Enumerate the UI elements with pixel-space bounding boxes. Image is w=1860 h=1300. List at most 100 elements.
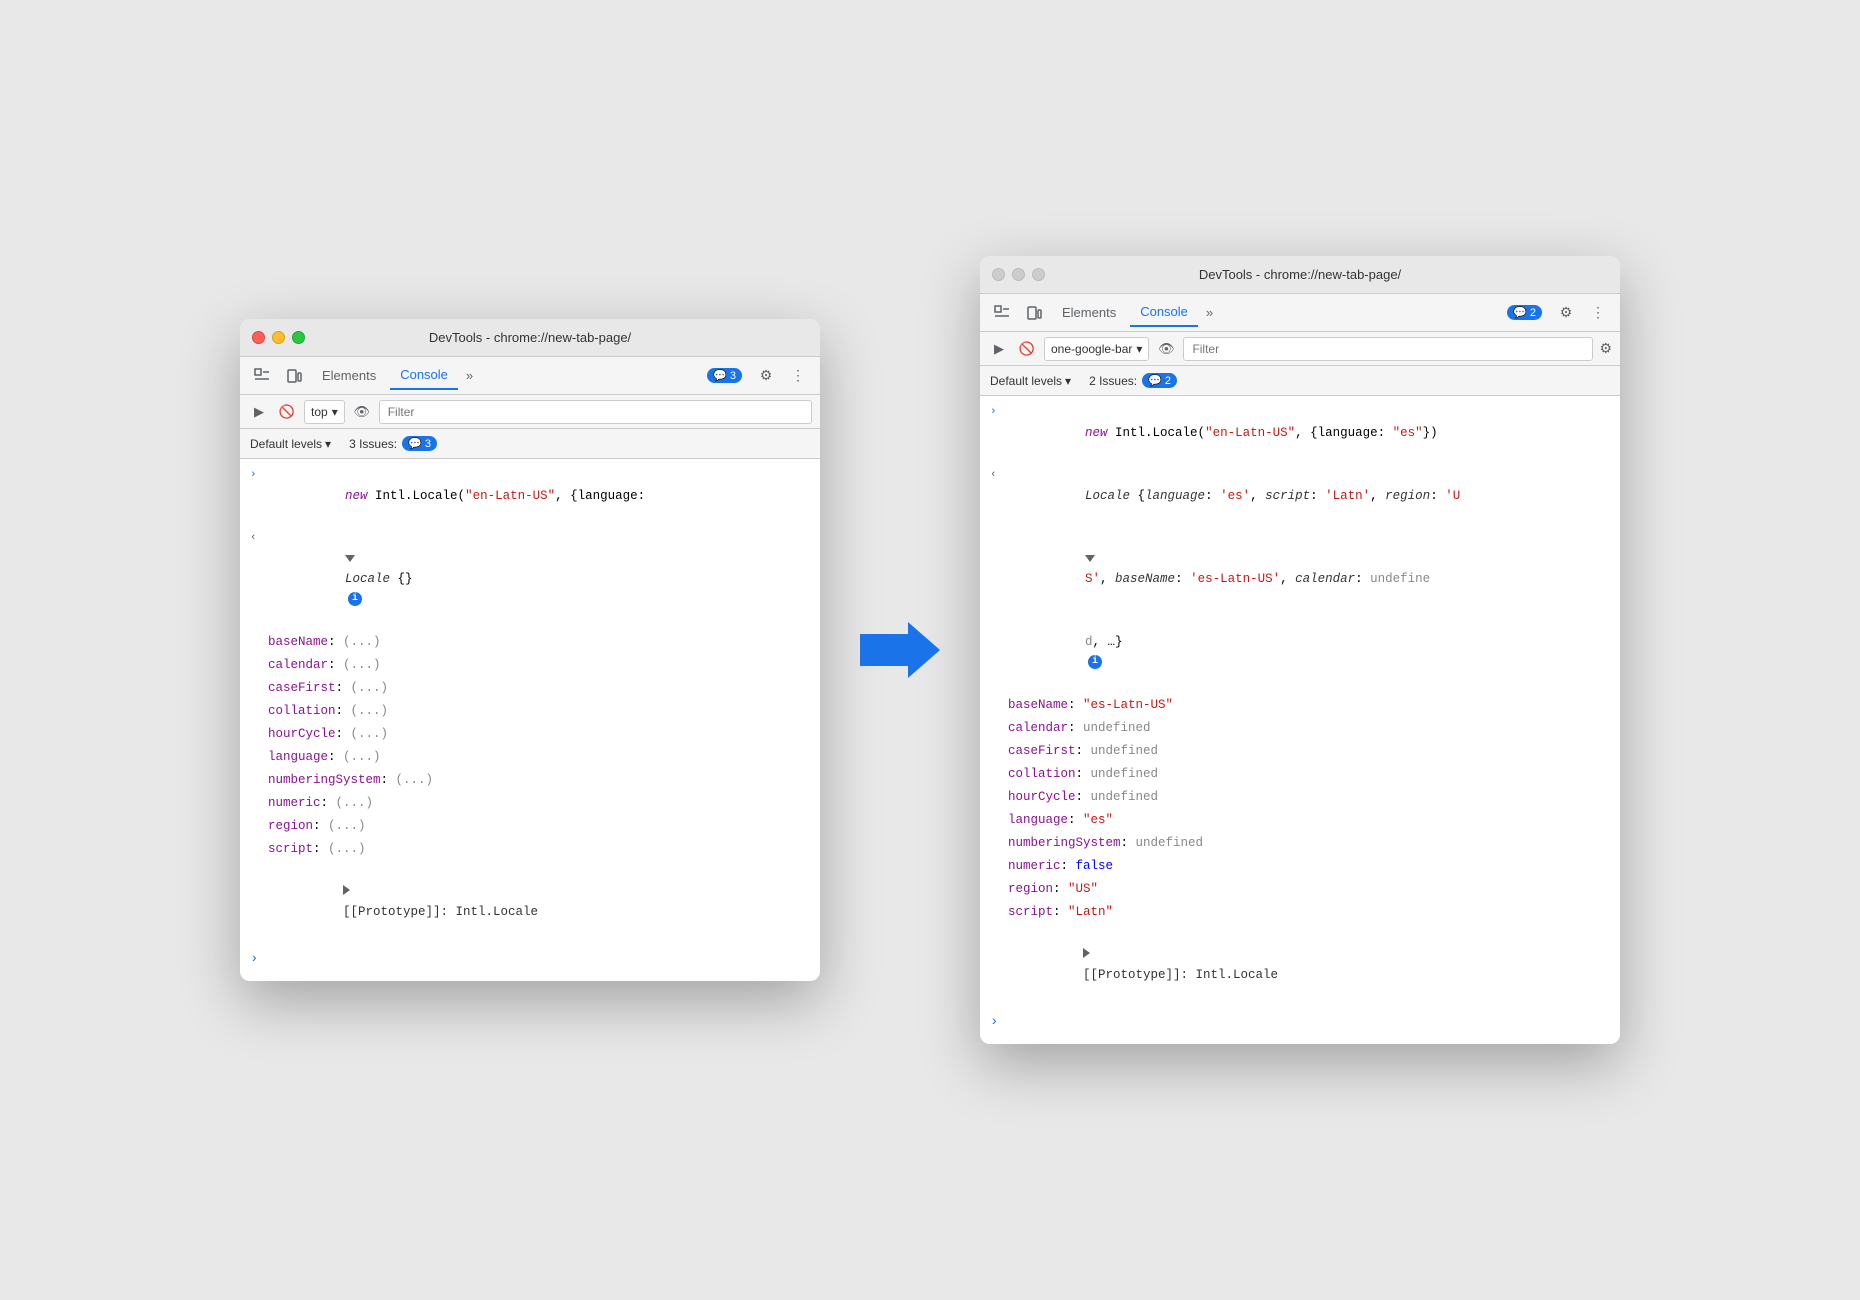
prop-script-2: script: "Latn"	[980, 901, 1620, 924]
issues-count-num-1: 3	[425, 438, 431, 450]
gutter-locale-1: ‹	[250, 529, 270, 548]
levels-arrow-2: ▾	[1065, 374, 1071, 388]
tabs-toolbar-2: Elements Console » 💬 2 ⚙ ⋮	[980, 294, 1620, 332]
scene: DevTools - chrome://new-tab-page/ Elemen…	[240, 256, 1620, 1043]
inspector-icon[interactable]	[248, 362, 276, 390]
context-label-2: one-google-bar	[1051, 342, 1132, 356]
issues-count-bar-1: 3 Issues: 💬 3	[349, 436, 437, 451]
filter-input-1[interactable]	[379, 400, 812, 424]
inspector-icon-2[interactable]	[988, 299, 1016, 327]
locale-summary-2c: d, …} i	[1010, 612, 1620, 692]
tab-more-1[interactable]: »	[462, 368, 477, 383]
console-input-text-2: new Intl.Locale("en-Latn-US", {language:…	[1010, 403, 1620, 463]
gear-icon-2[interactable]: ⚙	[1599, 340, 1612, 357]
prop-calendar-1: calendar: (...)	[240, 654, 820, 677]
console-content-2: › new Intl.Locale("en-Latn-US", {languag…	[980, 396, 1620, 1043]
dropdown-arrow-2: ▾	[1136, 342, 1142, 356]
window-title-2: DevTools - chrome://new-tab-page/	[1199, 267, 1401, 282]
devtools-window-1: DevTools - chrome://new-tab-page/ Elemen…	[240, 319, 820, 980]
prompt-arrow-1: ›	[250, 948, 258, 970]
gutter-input-2: ›	[990, 403, 1010, 422]
close-button-1[interactable]	[252, 331, 265, 344]
issues-text-2: 2 Issues:	[1089, 374, 1137, 388]
prop-script-1: script: (...)	[240, 838, 820, 861]
issues-count-2: 2	[1530, 307, 1536, 319]
traffic-lights-1	[252, 331, 305, 344]
filter-input-2[interactable]	[1183, 337, 1593, 361]
tab-console-1[interactable]: Console	[390, 362, 458, 390]
console-row-locale-2-b: S', baseName: 'es-Latn-US', calendar: un…	[980, 528, 1620, 611]
levels-dropdown-2[interactable]: Default levels ▾	[990, 374, 1071, 388]
close-button-2[interactable]	[992, 268, 1005, 281]
prop-region-1: region: (...)	[240, 815, 820, 838]
levels-arrow-1: ▾	[325, 437, 331, 451]
maximize-button-1[interactable]	[292, 331, 305, 344]
chat-icon-bar-2: 💬	[1148, 374, 1162, 387]
issues-count-num-2: 2	[1165, 375, 1171, 387]
console-content-1: › new Intl.Locale("en-Latn-US", {languag…	[240, 459, 820, 980]
prop-proto-2[interactable]: [[Prototype]]: Intl.Locale	[980, 924, 1620, 1007]
chat-icon-bar-1: 💬	[408, 437, 422, 450]
prompt-arrow-2: ›	[990, 1011, 998, 1033]
console-row-locale-1[interactable]: ‹ Locale {} i	[240, 528, 820, 631]
block-icon-2[interactable]: 🚫	[1016, 338, 1038, 360]
titlebar-1: DevTools - chrome://new-tab-page/	[240, 319, 820, 357]
console-prompt-1[interactable]: ›	[240, 944, 820, 974]
prop-calendar-2: calendar: undefined	[980, 717, 1620, 740]
issues-badge-1[interactable]: 💬 3	[701, 366, 748, 385]
run-icon-2[interactable]: ▶	[988, 338, 1010, 360]
levels-label-1: Default levels	[250, 437, 322, 451]
issues-badge-bar-2: 💬 2	[1142, 373, 1177, 388]
eye-icon-2[interactable]: 👁	[1155, 338, 1177, 360]
gutter-input-1: ›	[250, 466, 270, 485]
prop-caseFirst-2: caseFirst: undefined	[980, 740, 1620, 763]
tab-elements-1[interactable]: Elements	[312, 362, 386, 390]
tab-more-2[interactable]: »	[1202, 305, 1217, 320]
prop-caseFirst-1: caseFirst: (...)	[240, 677, 820, 700]
info-icon-2: i	[1088, 655, 1102, 669]
levels-label-2: Default levels	[990, 374, 1062, 388]
device-icon[interactable]	[280, 362, 308, 390]
prop-hourCycle-1: hourCycle: (...)	[240, 723, 820, 746]
prop-collation-1: collation: (...)	[240, 700, 820, 723]
gutter-locale-2: ‹	[990, 466, 1010, 485]
prop-proto-1[interactable]: [[Prototype]]: Intl.Locale	[240, 861, 820, 944]
prop-region-2: region: "US"	[980, 878, 1620, 901]
prop-numeric-1: numeric: (...)	[240, 792, 820, 815]
dropdown-arrow-1: ▾	[332, 405, 338, 419]
settings-icon-1[interactable]: ⚙	[752, 362, 780, 390]
console-prompt-2[interactable]: ›	[980, 1007, 1620, 1037]
prop-language-1: language: (...)	[240, 746, 820, 769]
eye-icon-1[interactable]: 👁	[351, 401, 373, 423]
issues-badge-2[interactable]: 💬 2	[1501, 303, 1548, 322]
prop-hourCycle-2: hourCycle: undefined	[980, 786, 1620, 809]
device-icon-2[interactable]	[1020, 299, 1048, 327]
locale-text-1: Locale {} i	[270, 529, 820, 629]
locale-summary-2b: S', baseName: 'es-Latn-US', calendar: un…	[1010, 529, 1620, 609]
block-icon-1[interactable]: 🚫	[276, 401, 298, 423]
devtools-window-2: DevTools - chrome://new-tab-page/ Elemen…	[980, 256, 1620, 1043]
chat-icon-1: 💬	[713, 369, 727, 382]
console-toolbar-2: ▶ 🚫 one-google-bar ▾ 👁 ⚙	[980, 332, 1620, 366]
minimize-button-1[interactable]	[272, 331, 285, 344]
levels-dropdown-1[interactable]: Default levels ▾	[250, 437, 331, 451]
issues-badge-bar-1: 💬 3	[402, 436, 437, 451]
context-dropdown-1[interactable]: top ▾	[304, 400, 345, 424]
issues-count-bar-2: 2 Issues: 💬 2	[1089, 373, 1177, 388]
prop-numberingSystem-2: numberingSystem: undefined	[980, 832, 1620, 855]
prop-language-2: language: "es"	[980, 809, 1620, 832]
tab-console-2[interactable]: Console	[1130, 299, 1198, 327]
titlebar-2: DevTools - chrome://new-tab-page/	[980, 256, 1620, 294]
prop-numeric-2: numeric: false	[980, 855, 1620, 878]
info-icon-1: i	[348, 592, 362, 606]
context-label-1: top	[311, 405, 328, 419]
console-row-locale-2-a[interactable]: ‹ Locale {language: 'es', script: 'Latn'…	[980, 465, 1620, 528]
more-menu-icon-1[interactable]: ⋮	[784, 362, 812, 390]
minimize-button-2[interactable]	[1012, 268, 1025, 281]
more-menu-icon-2[interactable]: ⋮	[1584, 299, 1612, 327]
maximize-button-2[interactable]	[1032, 268, 1045, 281]
run-icon-1[interactable]: ▶	[248, 401, 270, 423]
tab-elements-2[interactable]: Elements	[1052, 299, 1126, 327]
settings-icon-2[interactable]: ⚙	[1552, 299, 1580, 327]
context-dropdown-2[interactable]: one-google-bar ▾	[1044, 337, 1149, 361]
